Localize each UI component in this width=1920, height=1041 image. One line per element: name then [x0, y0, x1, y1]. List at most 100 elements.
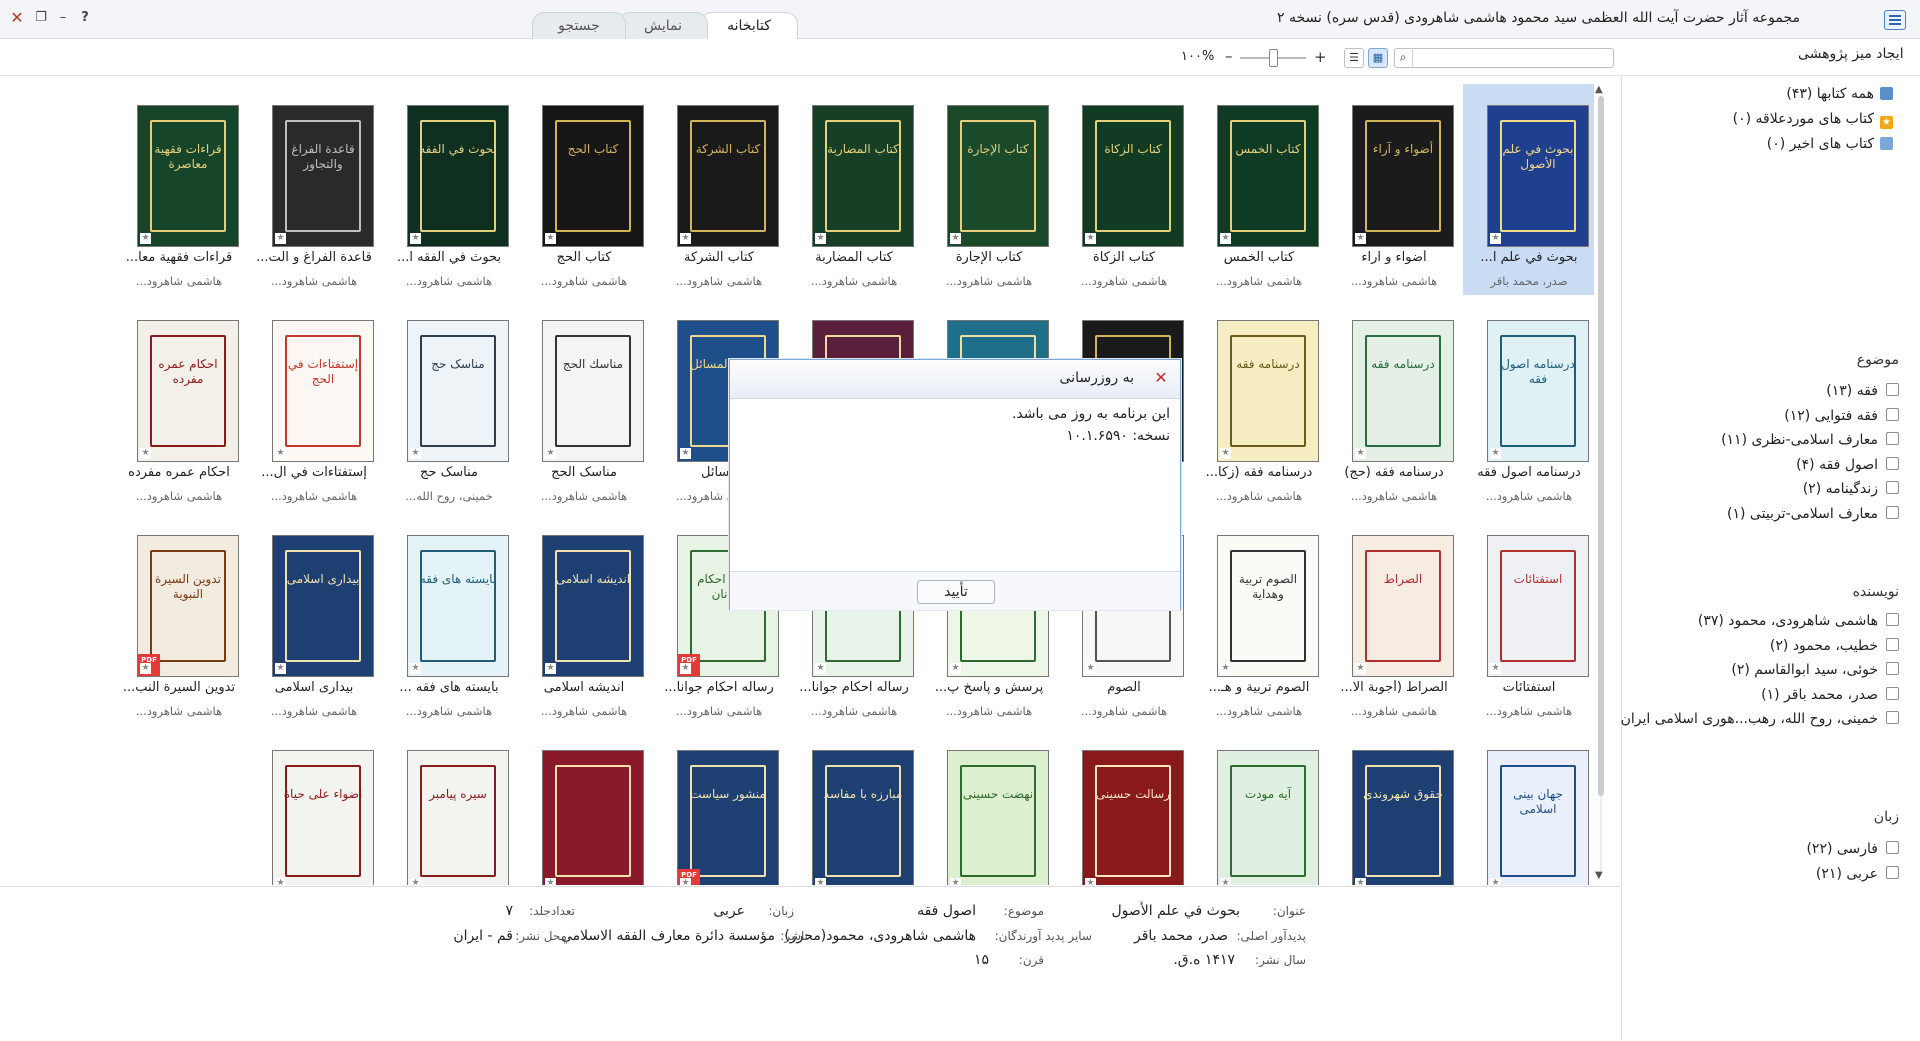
favorite-star-icon[interactable]: ★ [1355, 663, 1366, 674]
book-item[interactable]: استفتائات ★ استفتائات هاشمی شاهرود... [1463, 514, 1594, 725]
menu-icon[interactable] [1884, 10, 1906, 30]
book-item[interactable]: درسنامه فقه ★ درسنامه فقه (حج) هاشمی شاهرود… [1328, 299, 1460, 510]
book-cover[interactable]: جهان بینی اسلامی ★ [1487, 750, 1589, 885]
book-cover[interactable]: درسنامه اصول فقه ★ [1487, 320, 1589, 462]
favorite-star-icon[interactable]: ★ [410, 878, 421, 885]
book-item[interactable]: كتاب الزكاة ★ کتاب الزکاة هاشمی شاهرود... [1058, 84, 1190, 295]
book-cover[interactable]: ★ [542, 750, 644, 885]
create-research-desk-button[interactable]: ایجاد میز پژوهشی [1798, 46, 1904, 62]
book-cover[interactable]: سیره پیامبر ★ [407, 750, 509, 885]
favorite-star-icon[interactable]: ★ [815, 878, 826, 885]
book-item[interactable]: درسنامه اصول فقه ★ درسنامه اصول فقه هاشمی ش… [1463, 299, 1594, 510]
checkbox[interactable] [1886, 865, 1899, 879]
favorite-star-icon[interactable]: ★ [1085, 233, 1096, 244]
book-item[interactable]: كتاب الشركة ★ کتاب الشرکة هاشمی شاهرود... [653, 84, 785, 295]
sidebar-item-favorites[interactable]: ★کتاب های موردعلاقه (۰) [1733, 111, 1893, 129]
language-filter-1[interactable]: عربی (۲۱) [1816, 865, 1899, 882]
book-cover[interactable]: كتاب الشركة ★ [677, 105, 779, 247]
checkbox[interactable] [1886, 711, 1899, 724]
tab-search[interactable]: جستجو [532, 12, 626, 40]
author-filter-4[interactable]: خمینی، روح الله، رهب...هوری اسلامی ایران [1621, 711, 1899, 727]
book-cover[interactable]: احکام عمره مفرده ★ [137, 320, 239, 462]
book-cover[interactable]: اندیشه اسلامی ★ [542, 535, 644, 677]
book-cover[interactable]: كتاب المضاربة ★ [812, 105, 914, 247]
book-cover[interactable]: كتاب الإجارة ★ [947, 105, 1049, 247]
favorite-star-icon[interactable]: ★ [1355, 878, 1366, 885]
favorite-star-icon[interactable]: ★ [815, 233, 826, 244]
book-cover[interactable]: أضواء و آراء ★ [1352, 105, 1454, 247]
book-item[interactable]: منشور سیاست PDF ★ [653, 729, 785, 885]
checkbox[interactable] [1886, 407, 1899, 421]
restore-window-button[interactable]: ❐ [32, 9, 50, 27]
book-item[interactable]: كتاب الخمس ★ کتاب الخمس هاشمی شاهرود... [1193, 84, 1325, 295]
book-item[interactable]: كتاب المضاربة ★ کتاب المضاربة هاشمی شاهرود.… [788, 84, 920, 295]
book-item[interactable]: مبارزه با مفاسد ★ [788, 729, 920, 885]
favorite-star-icon[interactable]: ★ [1220, 233, 1231, 244]
favorite-star-icon[interactable]: ★ [1220, 448, 1231, 459]
favorite-star-icon[interactable]: ★ [545, 878, 556, 885]
favorite-star-icon[interactable]: ★ [950, 878, 961, 885]
favorite-star-icon[interactable]: ★ [680, 448, 691, 459]
favorite-star-icon[interactable]: ★ [410, 663, 421, 674]
book-item[interactable]: بایسته های فقه ★ بایسته های فقه ... هاشمی ش… [383, 514, 515, 725]
favorite-star-icon[interactable]: ★ [410, 448, 421, 459]
language-filter-0[interactable]: فارسی (۲۲) [1806, 841, 1899, 857]
book-item[interactable]: سیره پیامبر ★ [383, 729, 515, 885]
search-icon[interactable]: ⌕ [1394, 48, 1413, 66]
book-cover[interactable]: منشور سیاست PDF ★ [677, 750, 779, 885]
favorite-star-icon[interactable]: ★ [140, 663, 151, 674]
checkbox[interactable] [1886, 481, 1899, 494]
scroll-down-arrow[interactable]: ▼ [1595, 870, 1603, 881]
search-input[interactable] [1394, 48, 1614, 68]
book-cover[interactable]: قاعدة الفراغ والتجاوز ★ [272, 105, 374, 247]
favorite-star-icon[interactable]: ★ [410, 233, 421, 244]
favorite-star-icon[interactable]: ★ [275, 663, 286, 674]
author-filter-0[interactable]: هاشمی شاهرودی، محمود (۳۷) [1698, 613, 1899, 629]
book-cover[interactable]: درسنامه فقه ★ [1217, 320, 1319, 462]
favorite-star-icon[interactable]: ★ [680, 233, 691, 244]
book-item[interactable]: قاعدة الفراغ والتجاوز ★ قاعدة الفراغ و الت… [248, 84, 380, 295]
checkbox[interactable] [1886, 383, 1899, 396]
favorite-star-icon[interactable]: ★ [680, 878, 691, 885]
favorite-star-icon[interactable]: ★ [1355, 448, 1366, 459]
favorite-star-icon[interactable]: ★ [815, 663, 826, 674]
book-item[interactable]: مناسک حج ★ مناسک حج خمینی، روح الله... [383, 299, 515, 510]
book-item[interactable]: جهان بینی اسلامی ★ [1463, 729, 1594, 885]
book-item[interactable]: مناسك الحج ★ مناسک الحج هاشمی شاهرود... [518, 299, 650, 510]
sidebar-item-recent[interactable]: کتاب های اخیر (۰) [1767, 136, 1893, 152]
grid-scrollbar[interactable]: ▲ ▼ [1594, 84, 1608, 884]
book-item[interactable]: احکام عمره مفرده ★ احکام عمره مفرده هاشمی ش… [113, 299, 245, 510]
book-item[interactable]: حقوق شهروندی ★ [1328, 729, 1460, 885]
book-cover[interactable]: كتاب الحج ★ [542, 105, 644, 247]
topic-filter-2[interactable]: معارف اسلامی-نظری (۱۱) [1721, 432, 1899, 448]
book-item[interactable]: بحوث في الفقه ★ بحوث في الفقه ا... هاشمی شا… [383, 84, 515, 295]
favorite-star-icon[interactable]: ★ [545, 448, 556, 459]
favorite-star-icon[interactable]: ★ [1355, 233, 1366, 244]
book-item[interactable]: أضواء و آراء ★ أضواء و آراء هاشمی شاهرود... [1328, 84, 1460, 295]
author-filter-1[interactable]: خطیب، محمود (۲) [1770, 637, 1899, 654]
author-filter-2[interactable]: خوئی، سید ابوالقاسم (۲) [1731, 662, 1899, 678]
book-item[interactable]: كتاب الإجارة ★ کتاب الإجارة هاشمی شاهرود... [923, 84, 1055, 295]
book-cover[interactable]: بایسته های فقه ★ [407, 535, 509, 677]
zoom-slider-handle[interactable] [1269, 49, 1278, 67]
favorite-star-icon[interactable]: ★ [1085, 878, 1096, 885]
book-item[interactable]: آیه مودت ★ [1193, 729, 1325, 885]
favorite-star-icon[interactable]: ★ [1085, 663, 1096, 674]
checkbox[interactable] [1886, 841, 1899, 854]
scroll-thumb[interactable] [1598, 96, 1604, 796]
favorite-star-icon[interactable]: ★ [140, 448, 151, 459]
book-item[interactable]: اندیشه اسلامی ★ اندیشه اسلامی هاشمی شاهرود.… [518, 514, 650, 725]
zoom-out-button[interactable]: – [1225, 47, 1233, 65]
book-cover[interactable]: مناسک حج ★ [407, 320, 509, 462]
favorite-star-icon[interactable]: ★ [140, 233, 151, 244]
book-item[interactable]: تدوين السيرة النبوية PDF ★ تدوين السيرة الن… [113, 514, 245, 725]
book-item[interactable]: قراءات فقهية معاصرة ★ قراءات فقهية معا... ه… [113, 84, 245, 295]
dialog-close-icon[interactable]: ✕ [1152, 369, 1170, 387]
checkbox[interactable] [1886, 456, 1899, 470]
close-window-button[interactable]: ✕ [8, 9, 26, 27]
book-cover[interactable]: درسنامه فقه ★ [1352, 320, 1454, 462]
favorite-star-icon[interactable]: ★ [1220, 878, 1231, 885]
sidebar-item-all-books[interactable]: همه کتابها (۴۳) [1786, 86, 1893, 102]
book-cover[interactable]: كتاب الخمس ★ [1217, 105, 1319, 247]
book-cover[interactable]: بحوث في علم الأصول ★ [1487, 105, 1589, 247]
